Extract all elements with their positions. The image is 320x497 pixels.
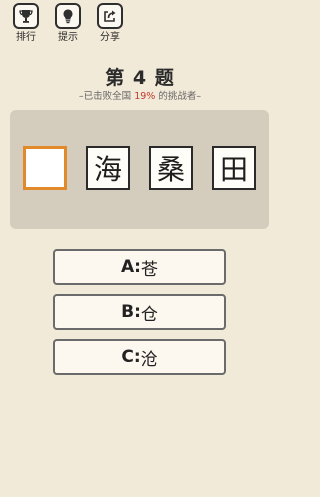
option-separator: : [134,302,141,322]
hint-button[interactable]: 提示 [54,3,82,44]
challenge-subtitle: –已击败全国 19% 的挑战者– [0,88,280,102]
option-char: 仓 [140,304,158,325]
option-char: 沧 [140,349,158,370]
share-icon [97,3,123,29]
blank-answer-cell[interactable] [23,146,67,190]
hint-label: 提示 [58,32,78,43]
option-letter: A [121,257,135,277]
rank-button[interactable]: 排行 [12,3,40,44]
idiom-char-cell: 海 [86,146,130,190]
option-a-button[interactable]: A:苍 [53,249,226,285]
trophy-icon [13,3,39,29]
share-button[interactable]: 分享 [96,3,124,44]
subtitle-prefix: –已击败全国 [78,91,135,102]
share-label: 分享 [100,32,120,43]
idiom-char-cell: 田 [212,146,256,190]
beat-percentage: 19% [134,91,156,102]
subtitle-suffix: 的挑战者– [155,91,202,102]
level-title: 第 4 题 [105,67,175,89]
option-letter: B [121,302,135,322]
option-b-button[interactable]: B:仓 [53,294,226,330]
toolbar: 排行 提示 分享 [12,3,124,44]
lightbulb-icon [55,3,81,29]
rank-label: 排行 [16,32,36,43]
option-char: 苍 [140,259,158,280]
option-separator: : [134,257,141,277]
option-c-button[interactable]: C:沧 [53,339,226,375]
option-separator: : [133,347,141,367]
option-letter: C [121,347,134,367]
idiom-char-cell: 桑 [149,146,193,190]
